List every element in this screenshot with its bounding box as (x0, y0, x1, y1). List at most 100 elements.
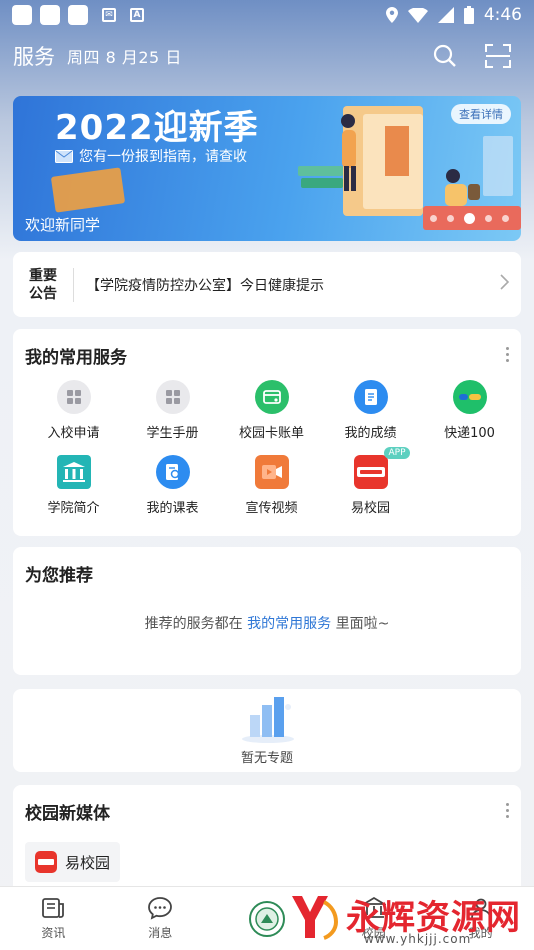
common-services-link[interactable]: 我的常用服务 (247, 616, 331, 632)
location-icon (385, 7, 398, 23)
service-label: 学院简介 (47, 501, 100, 516)
service-label: 学生手册 (146, 426, 199, 441)
nav-label: 校园 (361, 926, 386, 940)
text-notification-icon: A (130, 8, 144, 22)
bottom-navigation: 资讯 消息 校园 我的 (0, 886, 534, 950)
page-title: 服务 (13, 45, 55, 69)
date-text: 8 月25 日 (105, 48, 182, 67)
yixiaoyuan-logo-icon: APP (353, 447, 410, 489)
empty-state-text: 暂无专题 (240, 751, 293, 766)
carousel-dot[interactable] (502, 215, 509, 222)
common-services-card: 我的常用服务 入校申请 学生手册 校园卡账单 我的成绩 快递100 学院简介 我… (13, 329, 521, 536)
service-promo-video[interactable]: 宣传视频 (222, 455, 321, 516)
service-college-intro[interactable]: 学院简介 (24, 455, 123, 516)
nav-tab-messages[interactable]: 消息 (107, 887, 214, 950)
announcement-text[interactable]: 【学院疫情防控办公室】今日健康提示 (86, 275, 324, 295)
service-label: 校园卡账单 (238, 426, 304, 441)
announcement-bar[interactable]: 重要 公告 【学院疫情防控办公室】今日健康提示 (13, 252, 521, 317)
grid-icon (56, 380, 91, 414)
empty-state-illustration (242, 697, 294, 743)
carousel-indicator (430, 213, 509, 224)
section-title: 为您推荐 (25, 566, 93, 586)
app-notification-icon (12, 5, 32, 25)
topics-card: 暂无专题 (13, 689, 521, 772)
yixiaoyuan-logo-icon (35, 851, 57, 873)
service-label: 我的课表 (146, 501, 199, 516)
chevron-right-icon (499, 274, 510, 295)
carousel-dot[interactable] (430, 215, 437, 222)
announcement-tag-line: 公告 (29, 285, 57, 302)
schedule-icon (155, 455, 190, 489)
carousel-dot[interactable] (447, 215, 454, 222)
recommend-card: 为您推荐 推荐的服务都在 我的常用服务 里面啦~ (13, 547, 521, 675)
clock: 4:46 (483, 5, 522, 25)
scan-icon[interactable] (485, 44, 511, 68)
nav-label: 消息 (148, 926, 173, 940)
nav-label: 资讯 (41, 926, 66, 940)
envelope-icon (55, 149, 73, 163)
app-badge: APP (384, 447, 410, 459)
news-icon (42, 898, 65, 918)
express-icon (452, 380, 487, 414)
video-icon (254, 455, 289, 489)
service-express[interactable]: 快递100 (420, 380, 519, 441)
recommend-hint: 推荐的服务都在 我的常用服务 里面啦~ (13, 613, 521, 633)
service-label: 我的成绩 (344, 426, 397, 441)
service-label: 快递100 (444, 426, 495, 441)
signal-icon (437, 7, 454, 23)
campus-media-card: 校园新媒体 易校园 (13, 785, 521, 895)
service-label: 易校园 (350, 501, 390, 516)
banner-subtitle: 您有一份报到指南，请查收 (55, 146, 247, 166)
service-yixiaoyuan[interactable]: APP 易校园 (321, 447, 420, 516)
banner-detail-button[interactable]: 查看详情 (451, 104, 511, 124)
header-date: 周四 8 月25 日 (67, 44, 182, 68)
mail-notification-icon: ✉ (102, 8, 116, 22)
status-bar: ✉ A 4:46 (0, 0, 534, 30)
service-my-grades[interactable]: 我的成绩 (321, 380, 420, 441)
nav-label: 我的 (468, 926, 493, 940)
service-label: 宣传视频 (245, 501, 298, 516)
school-emblem-icon (248, 900, 285, 937)
building-icon (56, 455, 91, 489)
media-chip-yixiaoyuan[interactable]: 易校园 (25, 842, 121, 882)
banner-subtitle-text: 您有一份报到指南，请查收 (79, 149, 247, 165)
search-icon[interactable] (433, 44, 457, 68)
recommend-hint-text: 推荐的服务都在 (144, 616, 243, 632)
nav-tab-news[interactable]: 资讯 (0, 887, 107, 950)
app-notification-icon (40, 5, 60, 25)
app-header: 服务 周四 8 月25 日 (13, 38, 523, 74)
section-title: 校园新媒体 (25, 804, 110, 824)
announcement-tag-line: 重要 (29, 267, 57, 284)
recommend-hint-text: 里面啦~ (335, 616, 390, 632)
service-entry-apply[interactable]: 入校申请 (24, 380, 123, 441)
service-label: 入校申请 (47, 426, 100, 441)
service-student-handbook[interactable]: 学生手册 (123, 380, 222, 441)
more-options-icon[interactable] (506, 347, 509, 362)
services-grid: 入校申请 学生手册 校园卡账单 我的成绩 快递100 学院简介 我的课表 宣传视… (13, 380, 521, 516)
profile-icon (470, 898, 491, 919)
section-title: 我的常用服务 (25, 348, 127, 368)
more-options-icon[interactable] (506, 803, 509, 818)
welcome-banner[interactable]: 2022迎新季 您有一份报到指南，请查收 查看详情 欢迎新同学 (13, 96, 521, 241)
chat-icon (148, 897, 173, 920)
nav-tab-profile[interactable]: 我的 (427, 887, 534, 950)
banner-caption: 欢迎新同学 (25, 216, 101, 234)
weekday: 周四 (67, 48, 101, 67)
service-campus-card-bill[interactable]: 校园卡账单 (222, 380, 321, 441)
campus-icon (361, 896, 386, 918)
card-icon (254, 380, 289, 414)
media-chip-label: 易校园 (65, 853, 111, 872)
carousel-dot[interactable] (485, 215, 492, 222)
grid-icon (155, 380, 190, 414)
document-icon (353, 380, 388, 414)
nav-tab-home[interactable] (214, 887, 321, 950)
divider (73, 267, 74, 302)
battery-icon (463, 6, 474, 24)
app-notification-icon (68, 5, 88, 25)
carousel-dot-active[interactable] (464, 213, 475, 224)
nav-tab-campus[interactable]: 校园 (320, 887, 427, 950)
banner-title: 2022迎新季 (55, 108, 259, 148)
service-my-schedule[interactable]: 我的课表 (123, 455, 222, 516)
announcement-tag: 重要 公告 (25, 267, 61, 303)
wifi-icon (407, 7, 428, 23)
